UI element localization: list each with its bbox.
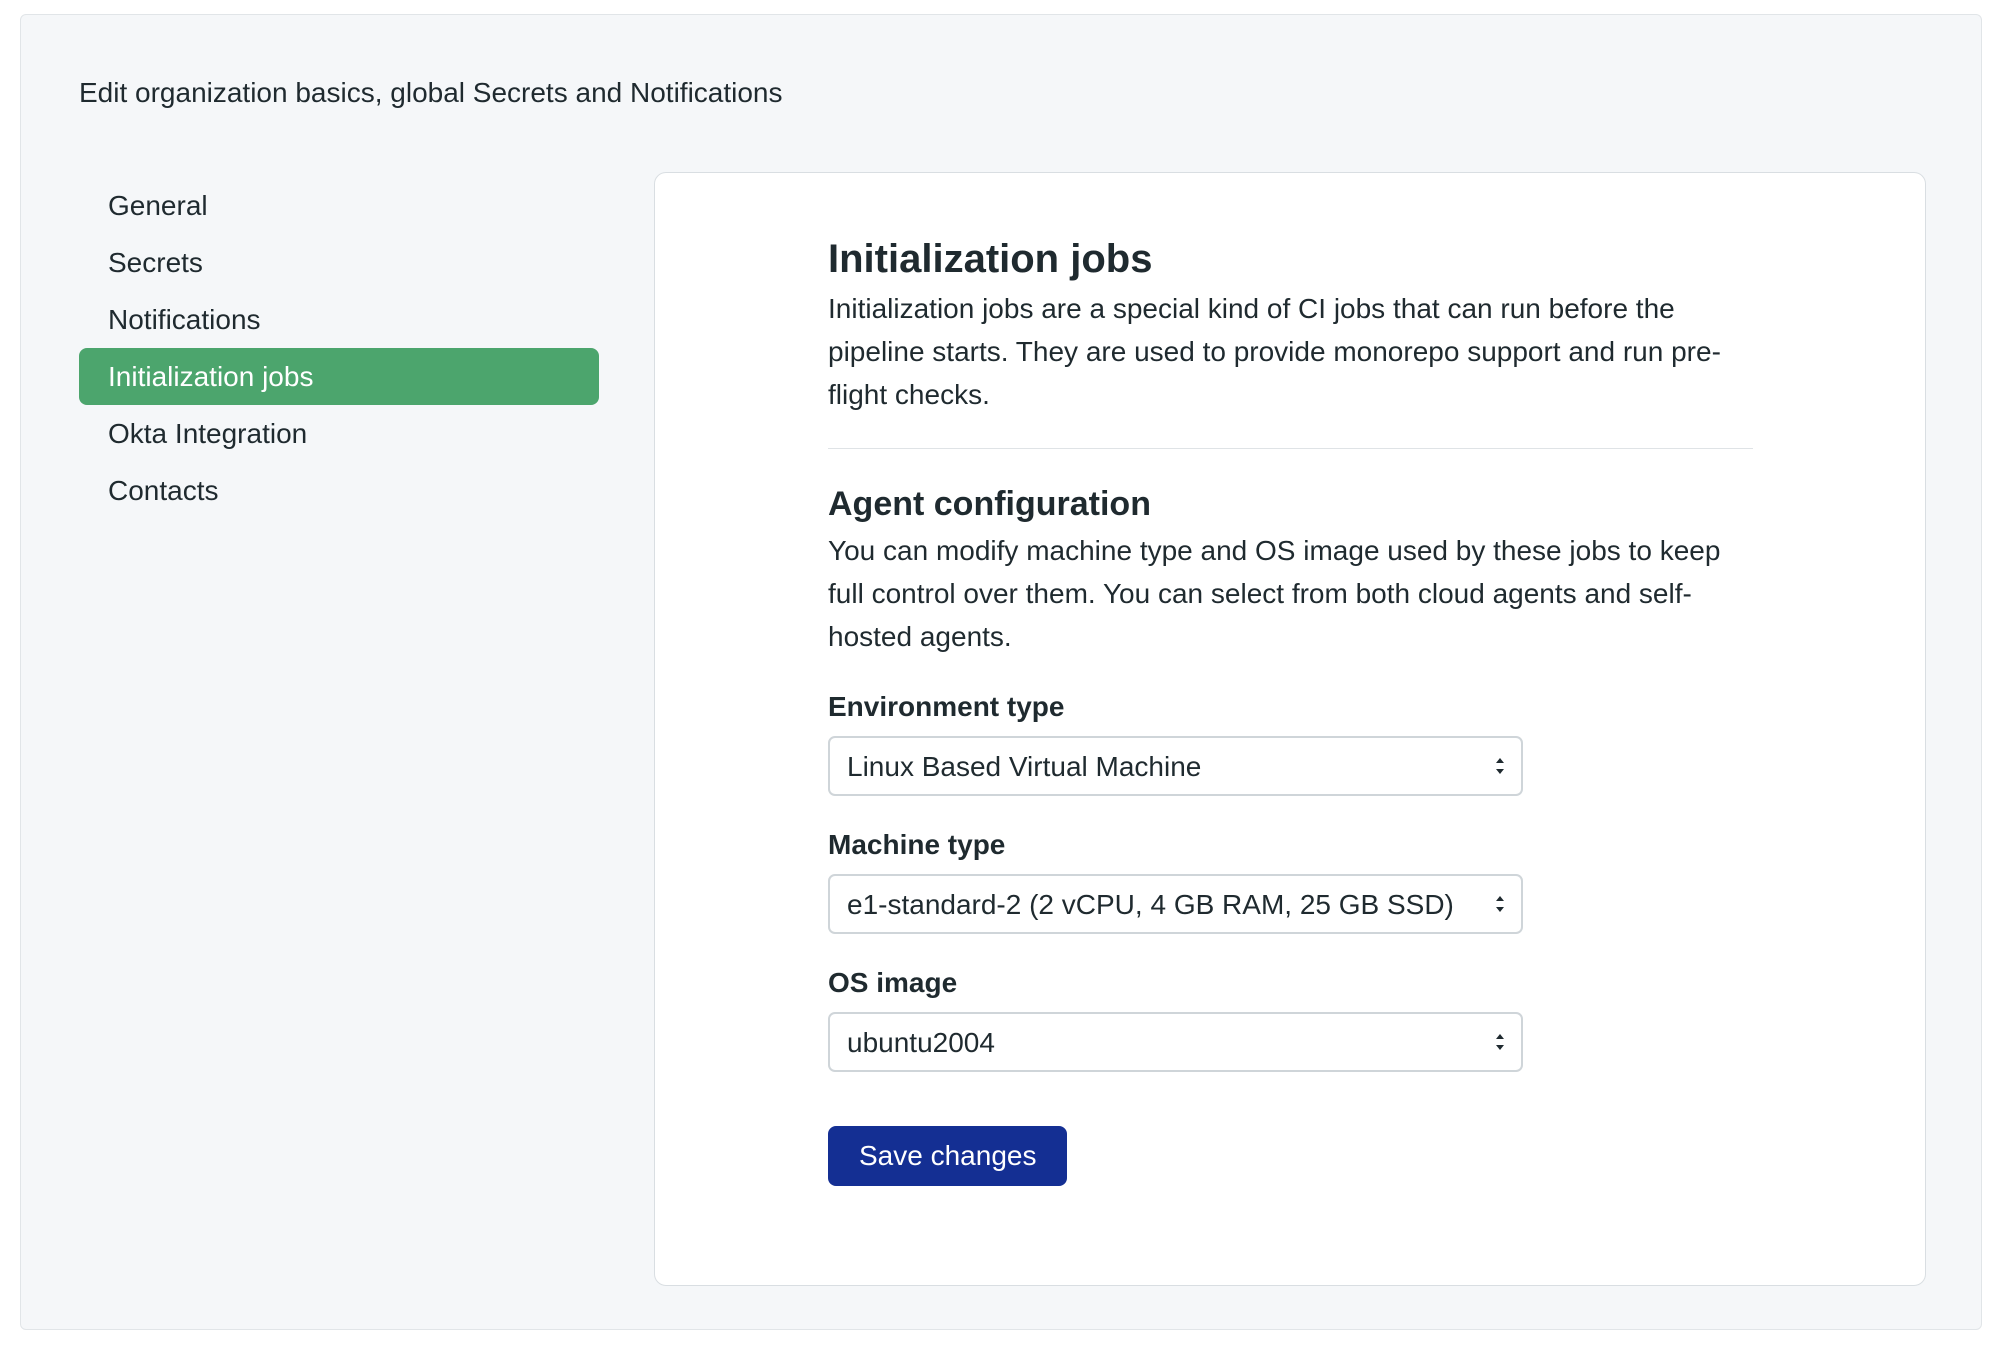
machine-type-value: e1-standard-2 (2 vCPU, 4 GB RAM, 25 GB S… [847, 889, 1454, 920]
machine-type-label: Machine type [828, 829, 1006, 860]
machine-type-select[interactable]: e1-standard-2 (2 vCPU, 4 GB RAM, 25 GB S… [828, 874, 1523, 934]
sidebar-item-okta-integration[interactable]: Okta Integration [79, 405, 599, 462]
environment-type-value: Linux Based Virtual Machine [847, 751, 1202, 782]
page-description: Edit organization basics, global Secrets… [79, 77, 783, 108]
select-arrows-icon [1496, 896, 1504, 912]
card-content: Initialization jobs Initialization jobs … [828, 235, 1753, 1186]
save-changes-button[interactable]: Save changes [828, 1126, 1068, 1186]
settings-panel: Edit organization basics, global Secrets… [20, 14, 1982, 1330]
intro-text: Initialization jobs are a special kind o… [828, 293, 1721, 410]
sidebar-item-general[interactable]: General [79, 177, 599, 234]
agent-configuration-title: Agent configuration [828, 485, 1151, 523]
section-divider [828, 448, 1753, 449]
environment-type-label: Environment type [828, 691, 1065, 722]
agent-configuration-description: You can modify machine type and OS image… [828, 535, 1721, 652]
os-image-value: ubuntu2004 [847, 1027, 995, 1058]
settings-sidebar: General Secrets Notifications Initializa… [79, 177, 599, 519]
sidebar-item-notifications[interactable]: Notifications [79, 291, 599, 348]
initialization-jobs-card: Initialization jobs Initialization jobs … [654, 172, 1926, 1286]
page-title: Initialization jobs [828, 237, 1153, 281]
os-image-label: OS image [828, 967, 958, 998]
os-image-select[interactable]: ubuntu2004 [828, 1012, 1523, 1072]
sidebar-item-contacts[interactable]: Contacts [79, 462, 599, 519]
select-arrows-icon [1496, 758, 1504, 774]
select-arrows-icon [1496, 1034, 1504, 1050]
sidebar-item-initialization-jobs[interactable]: Initialization jobs [79, 348, 599, 405]
environment-type-select[interactable]: Linux Based Virtual Machine [828, 736, 1523, 796]
sidebar-item-secrets[interactable]: Secrets [79, 234, 599, 291]
